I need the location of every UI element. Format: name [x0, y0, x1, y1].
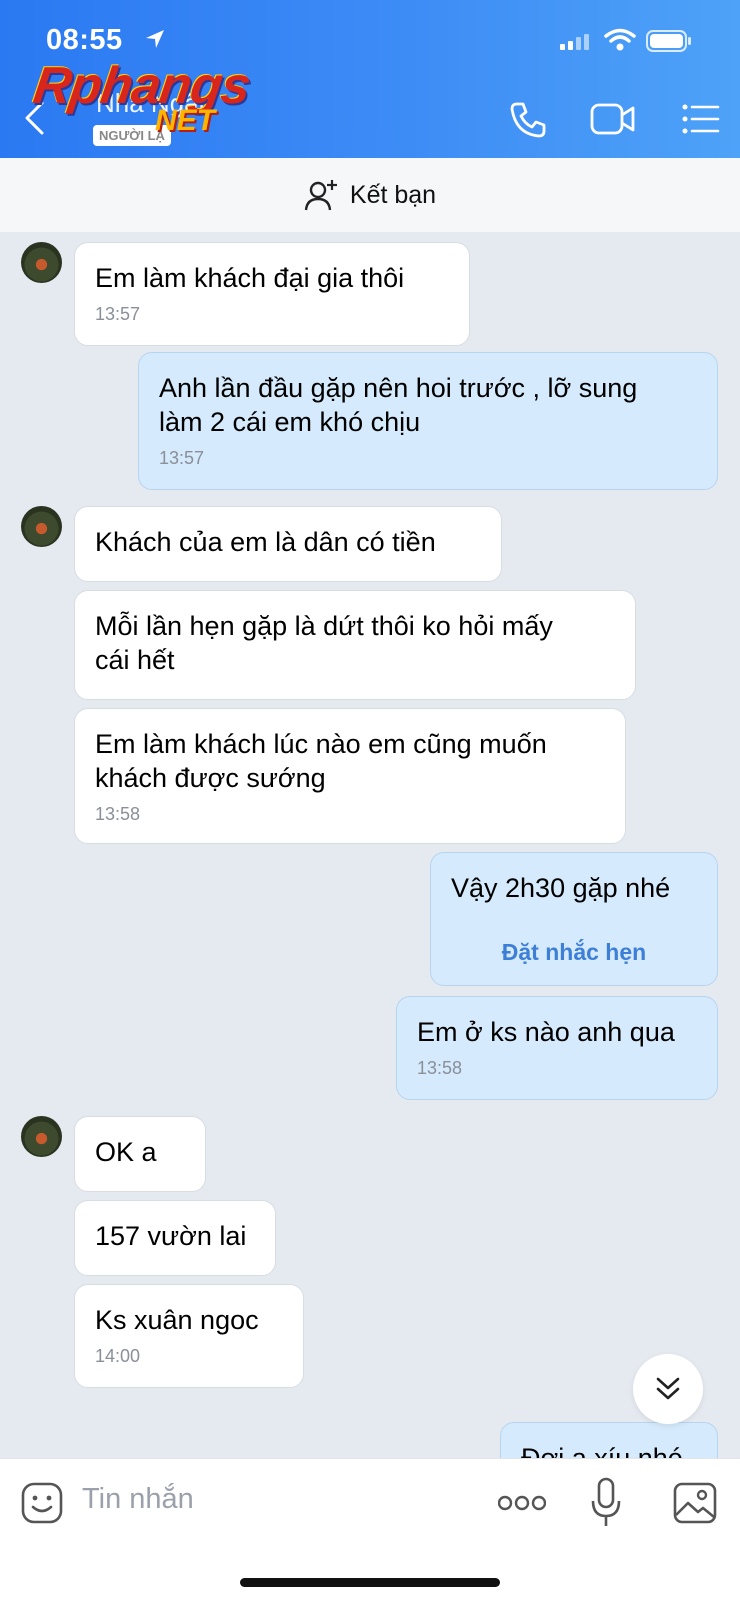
message-text: Vậy 2h30 gặp nhé — [451, 873, 671, 903]
set-reminder-link[interactable]: Đặt nhắc hẹn — [451, 935, 697, 969]
message-bubble-outgoing[interactable]: Vậy 2h30 gặp nhé Đặt nhắc hẹn — [430, 852, 718, 986]
scroll-down-icon — [656, 1377, 680, 1400]
message-text: Em làm khách đại gia thôi — [95, 263, 405, 293]
phone-icon[interactable] — [508, 100, 548, 140]
message-bubble-incoming[interactable]: 157 vườn lai — [74, 1200, 276, 1276]
message-text-line: khách được sướng — [95, 763, 326, 793]
message-time: 13:58 — [95, 804, 141, 824]
avatar[interactable] — [21, 506, 62, 547]
add-friend-bar[interactable]: Kết bạn — [0, 158, 740, 232]
message-text: OK a — [95, 1137, 157, 1167]
image-icon[interactable] — [672, 1481, 718, 1525]
message-bubble-incoming[interactable]: Mỗi lần hẹn gặp là dứt thôi ko hỏi mấy c… — [74, 590, 636, 700]
message-time: 14:00 — [95, 1346, 141, 1366]
location-arrow-icon — [146, 30, 164, 48]
message-text: Ks xuân ngoc — [95, 1305, 259, 1335]
wifi-icon — [604, 28, 636, 51]
message-list[interactable]: Em làm khách đại gia thôi 13:57 Anh lần … — [0, 232, 740, 1458]
watermark-logo: Rphangs — [29, 57, 254, 115]
message-bubble-outgoing[interactable]: Em ở ks nào anh qua 13:58 — [396, 996, 718, 1100]
home-indicator[interactable] — [240, 1578, 500, 1587]
message-text: Đợi a xíu nhé — [521, 1443, 683, 1458]
watermark-logo-sub: NET — [155, 104, 215, 137]
avatar[interactable] — [21, 1116, 62, 1157]
message-bubble-incoming[interactable]: Em làm khách lúc nào em cũng muốn khách … — [74, 708, 626, 844]
message-text-line: cái hết — [95, 645, 175, 675]
message-time: 13:57 — [159, 448, 205, 468]
message-text-line: Mỗi lần hẹn gặp là dứt thôi ko hỏi mấy — [95, 611, 553, 641]
message-text: 157 vườn lai — [95, 1221, 247, 1251]
message-time: 13:57 — [95, 304, 141, 324]
more-icon[interactable] — [498, 1493, 546, 1513]
message-bubble-outgoing[interactable]: Đợi a xíu nhé — [500, 1422, 718, 1458]
add-friend-label: Kết bạn — [349, 180, 437, 209]
message-text-line: làm 2 cái em khó chịu — [159, 407, 421, 437]
message-text: Khách của em là dân có tiền — [95, 527, 436, 557]
add-friend-icon — [304, 180, 337, 211]
signal-icon — [560, 34, 589, 50]
scroll-to-bottom-button[interactable] — [633, 1354, 703, 1424]
menu-icon[interactable] — [682, 104, 720, 134]
chat-header: 08:55 Nhã Ngân NGƯỜI LẠ Rphangs NET — [0, 0, 740, 158]
message-text-line: Em làm khách lúc nào em cũng muốn — [95, 729, 547, 759]
sticker-icon[interactable] — [20, 1481, 64, 1525]
message-time: 13:58 — [417, 1058, 463, 1078]
message-text-line: Anh lần đầu gặp nên hoi trước , lỡ sung — [159, 373, 638, 403]
battery-icon — [646, 30, 691, 52]
message-input[interactable]: Tin nhắn — [82, 1483, 194, 1516]
message-bubble-incoming[interactable]: Em làm khách đại gia thôi 13:57 — [74, 242, 470, 346]
video-icon[interactable] — [590, 102, 636, 136]
message-bubble-outgoing[interactable]: Anh lần đầu gặp nên hoi trước , lỡ sung … — [138, 352, 718, 490]
status-time: 08:55 — [46, 24, 123, 56]
microphone-icon[interactable] — [590, 1477, 622, 1529]
message-bubble-incoming[interactable]: OK a — [74, 1116, 206, 1192]
avatar[interactable] — [21, 242, 62, 283]
message-bubble-incoming[interactable]: Ks xuân ngoc 14:00 — [74, 1284, 304, 1388]
message-bubble-incoming[interactable]: Khách của em là dân có tiền — [74, 506, 502, 582]
message-text: Em ở ks nào anh qua — [417, 1017, 675, 1047]
